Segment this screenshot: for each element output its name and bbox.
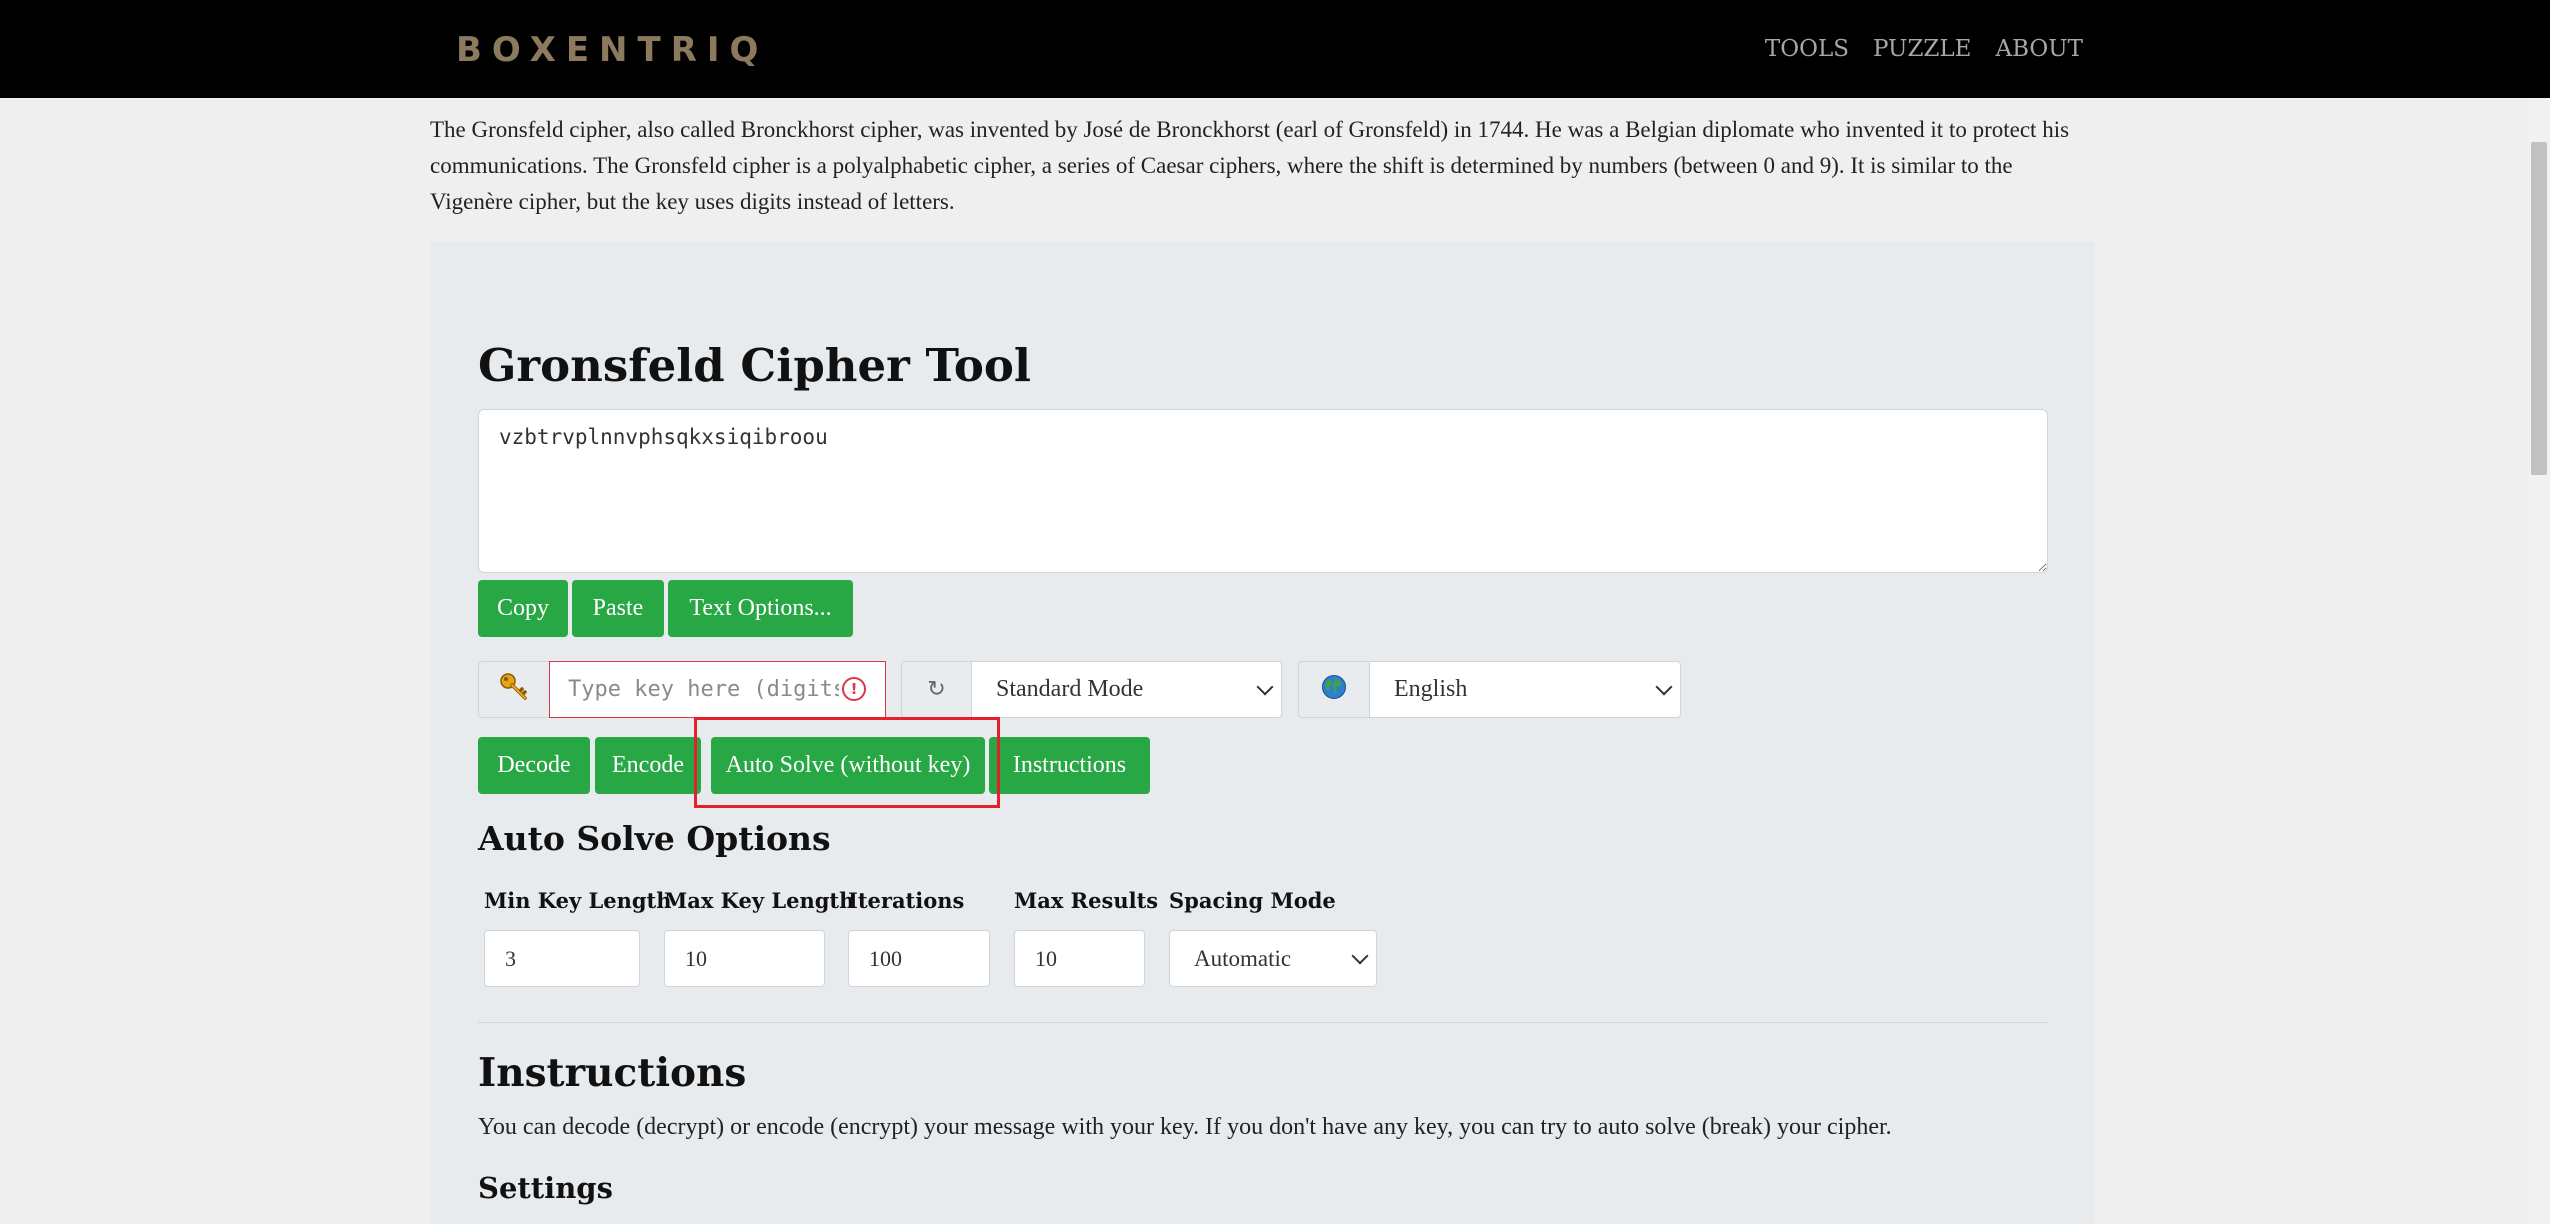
section-divider [478,1022,2048,1023]
language-select-value: English [1394,676,1468,702]
site-logo[interactable]: BOXENTRIQ [456,28,768,72]
max-key-length-label: Max Key Length [664,888,855,913]
auto-solve-button[interactable]: Auto Solve (without key) [711,737,985,794]
intro-paragraph: The Gronsfeld cipher, also called Bronck… [430,117,2070,214]
max-key-length-input[interactable] [664,930,825,987]
spacing-mode-value: Automatic [1194,945,1292,971]
refresh-icon: ↻ [927,677,946,702]
paste-button[interactable]: Paste [572,580,664,637]
page-scrollbar[interactable] [2528,98,2550,1224]
decode-button[interactable]: Decode [478,737,590,794]
chevron-down-icon [1655,678,1673,696]
tool-title: Gronsfeld Cipher Tool [478,339,1031,392]
globe-icon [1321,674,1347,706]
nav-link-about[interactable]: ABOUT [1995,30,2083,68]
language-select[interactable]: English [1369,661,1681,718]
auto-solve-heading: Auto Solve Options [478,819,831,858]
instructions-heading: Instructions [478,1050,747,1096]
top-navbar: BOXENTRIQ TOOLS PUZZLE ABOUT [0,0,2550,98]
nav-links: TOOLS PUZZLE ABOUT [1765,30,2083,68]
max-results-label: Max Results [1014,888,1159,913]
scrollbar-thumb[interactable] [2531,142,2547,475]
cipher-text-area[interactable]: vzbtrvplnnvphsqkxsiqibroou [478,409,2048,573]
mode-select-value: Standard Mode [996,676,1144,702]
text-options-button[interactable]: Text Options... [668,580,853,637]
max-results-input[interactable] [1014,930,1145,987]
key-addon [478,661,550,718]
encode-button[interactable]: Encode [595,737,701,794]
key-icon [498,671,530,709]
chevron-down-icon [1256,678,1274,696]
copy-button[interactable]: Copy [478,580,568,637]
iterations-label: Iterations [848,888,965,913]
refresh-addon: ↻ [901,661,972,718]
settings-heading: Settings [478,1171,613,1205]
key-input[interactable] [549,661,886,718]
mode-select[interactable]: Standard Mode [971,661,1282,718]
iterations-input[interactable] [848,930,990,987]
min-key-length-label: Min Key Length [484,888,672,913]
instructions-text: You can decode (decrypt) or encode (encr… [478,1114,1892,1140]
chevron-down-icon [1351,947,1369,965]
nav-link-tools[interactable]: TOOLS [1765,30,1849,68]
nav-link-puzzle[interactable]: PUZZLE [1873,30,1971,68]
spacing-mode-select[interactable]: Automatic [1169,930,1377,987]
spacing-mode-label: Spacing Mode [1169,888,1336,913]
globe-addon [1298,661,1370,718]
min-key-length-input[interactable] [484,930,640,987]
alert-icon: ! [842,677,866,701]
instructions-button[interactable]: Instructions [989,737,1150,794]
